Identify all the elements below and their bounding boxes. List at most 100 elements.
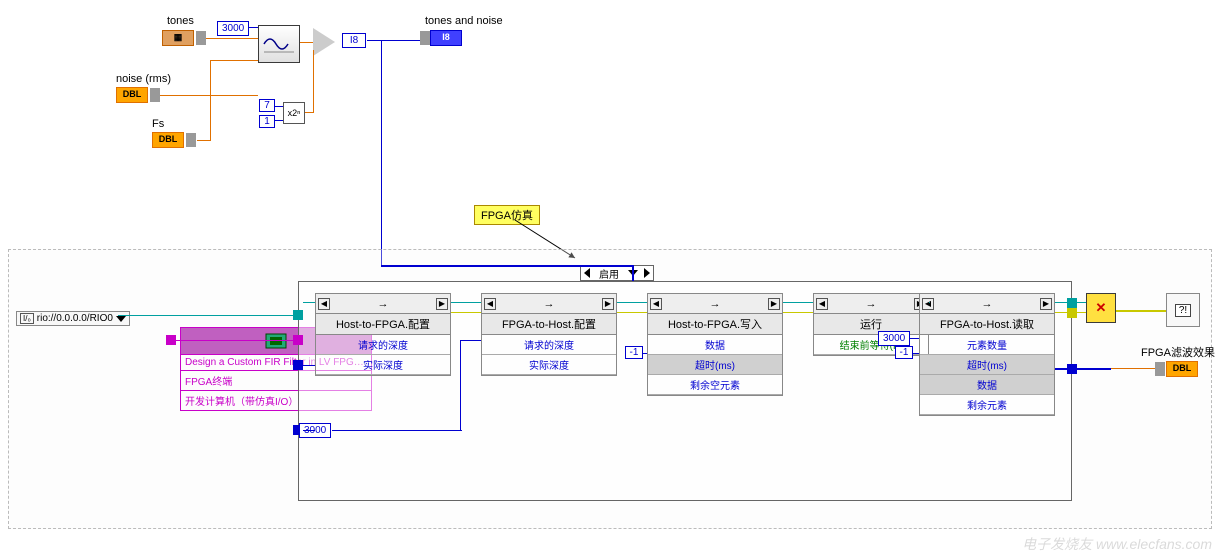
right-arrow-icon[interactable]: ▶ bbox=[768, 298, 780, 310]
wire bbox=[632, 265, 634, 281]
rio-resource-constant[interactable]: I/₀ rio://0.0.0.0/RIO0 bbox=[16, 311, 130, 326]
wire bbox=[300, 42, 313, 43]
inv-row[interactable]: 超时(ms) bbox=[648, 355, 782, 375]
right-arrow-icon[interactable]: ▶ bbox=[436, 298, 448, 310]
wire bbox=[303, 302, 315, 303]
wire bbox=[197, 140, 211, 141]
fpga-filter-effect-indicator: DBL bbox=[1166, 361, 1198, 377]
case-prev-icon[interactable] bbox=[584, 268, 590, 278]
wire bbox=[180, 315, 298, 316]
const-3000-elements[interactable]: 3000 bbox=[878, 331, 910, 346]
wire bbox=[913, 353, 919, 354]
noise-arrow bbox=[150, 88, 160, 102]
inv-title: FPGA-to-Host.配置 bbox=[482, 314, 616, 335]
invoke-h2f-write: ◀ → ▶ Host-to-FPGA.写入 数据 超时(ms) 剩余空元素 bbox=[647, 293, 783, 396]
inv-row[interactable]: 数据 bbox=[648, 335, 782, 355]
invoke-h2f-config: ◀→▶ Host-to-FPGA.配置 请求的深度 实际深度 bbox=[315, 293, 451, 376]
wire bbox=[783, 302, 813, 303]
wire bbox=[303, 365, 315, 366]
const-neg1-b[interactable]: -1 bbox=[895, 346, 913, 359]
tunnel bbox=[1067, 364, 1077, 374]
invoke-f2h-read: ◀ → ▶ FPGA-to-Host.读取 元素数量 超时(ms) 数据 剩余元素 bbox=[919, 293, 1055, 416]
label-noise: noise (rms) bbox=[116, 73, 171, 85]
inv-row[interactable]: 剩余空元素 bbox=[648, 375, 782, 395]
wire bbox=[160, 95, 258, 96]
watermark: 电子发烧友 www.elecfans.com bbox=[1022, 534, 1212, 554]
arrow-icon: → bbox=[982, 298, 993, 310]
inv-row[interactable]: 实际深度 bbox=[316, 355, 450, 375]
wire bbox=[367, 40, 381, 41]
const-3000-samples[interactable]: 3000 bbox=[217, 21, 249, 36]
tones-noise-arrow bbox=[420, 31, 430, 45]
wire bbox=[617, 312, 647, 313]
wire bbox=[451, 302, 481, 303]
close-icon: ✕ bbox=[1096, 300, 1107, 316]
filter-eff-arrow bbox=[1155, 362, 1165, 376]
wire bbox=[206, 38, 258, 39]
label-filter-effect: FPGA滤波效果 bbox=[1141, 344, 1215, 360]
inv-row[interactable]: 剩余元素 bbox=[920, 395, 1054, 415]
tones-and-noise-indicator: I8 bbox=[430, 30, 462, 46]
arrow-icon: → bbox=[710, 298, 721, 310]
invoke-f2h-config: ◀ → ▶ FPGA-to-Host.配置 请求的深度 实际深度 bbox=[481, 293, 617, 376]
rio-path: rio://0.0.0.0/RIO0 bbox=[37, 313, 113, 324]
inv-title: FPGA-to-Host.读取 bbox=[920, 314, 1054, 335]
dropdown-icon[interactable] bbox=[116, 316, 126, 322]
left-arrow-icon[interactable]: ◀ bbox=[816, 298, 828, 310]
inv-title: 运行 bbox=[814, 314, 928, 335]
wire bbox=[176, 340, 298, 341]
inv-row[interactable]: 实际深度 bbox=[482, 355, 616, 375]
power-of-two-node: x2ⁿ bbox=[283, 102, 305, 124]
error-handler-node: ?! bbox=[1166, 293, 1200, 327]
left-arrow-icon[interactable]: ◀ bbox=[922, 298, 934, 310]
wire bbox=[118, 315, 181, 316]
wire bbox=[274, 120, 283, 121]
const-1[interactable]: 1 bbox=[259, 115, 275, 128]
left-arrow-icon[interactable]: ◀ bbox=[484, 298, 496, 310]
tunnel bbox=[293, 360, 303, 370]
wire bbox=[460, 340, 481, 341]
wire bbox=[210, 60, 258, 61]
case-next-icon[interactable] bbox=[644, 268, 650, 278]
close-fpga-ref-node: ✕ bbox=[1086, 293, 1116, 323]
arrow-icon: → bbox=[866, 298, 877, 310]
wire bbox=[332, 430, 462, 431]
wire bbox=[313, 50, 314, 113]
right-arrow-icon[interactable]: ▶ bbox=[1040, 298, 1052, 310]
arrow-icon: → bbox=[544, 298, 555, 310]
wire bbox=[783, 312, 813, 313]
inv-row[interactable]: 元素数量 bbox=[920, 335, 1054, 355]
wire bbox=[210, 60, 211, 141]
waveform-generate-node bbox=[258, 25, 300, 63]
inv-row[interactable]: 数据 bbox=[920, 375, 1054, 395]
inv-row[interactable]: 超时(ms) bbox=[920, 355, 1054, 375]
tones-arrow bbox=[196, 31, 206, 45]
inv-title: Host-to-FPGA.写入 bbox=[648, 314, 782, 335]
const-7[interactable]: 7 bbox=[259, 99, 275, 112]
right-arrow-icon[interactable]: ▶ bbox=[602, 298, 614, 310]
wire bbox=[1116, 310, 1166, 312]
fs-arrow bbox=[186, 133, 196, 147]
case-name: 启用 bbox=[593, 266, 625, 281]
label-fs: Fs bbox=[152, 118, 164, 130]
wire bbox=[1055, 368, 1111, 370]
const-neg1-a[interactable]: -1 bbox=[625, 346, 643, 359]
label-tones: tones bbox=[167, 15, 194, 27]
inv-row[interactable]: 请求的深度 bbox=[316, 335, 450, 355]
inv-row[interactable]: 请求的深度 bbox=[482, 335, 616, 355]
tunnel bbox=[1067, 308, 1077, 318]
wire bbox=[1111, 368, 1155, 369]
wire bbox=[381, 40, 382, 266]
label-tones-noise: tones and noise bbox=[425, 15, 503, 27]
case-selector[interactable]: 启用 bbox=[580, 265, 654, 281]
wire bbox=[451, 312, 481, 313]
wire bbox=[303, 430, 315, 431]
wire bbox=[910, 338, 919, 339]
wire bbox=[643, 353, 647, 354]
wire bbox=[381, 265, 632, 267]
inv-title: Host-to-FPGA.配置 bbox=[316, 314, 450, 335]
left-arrow-icon[interactable]: ◀ bbox=[650, 298, 662, 310]
left-arrow-icon[interactable]: ◀ bbox=[318, 298, 330, 310]
wire bbox=[305, 112, 313, 113]
wire bbox=[460, 340, 461, 430]
